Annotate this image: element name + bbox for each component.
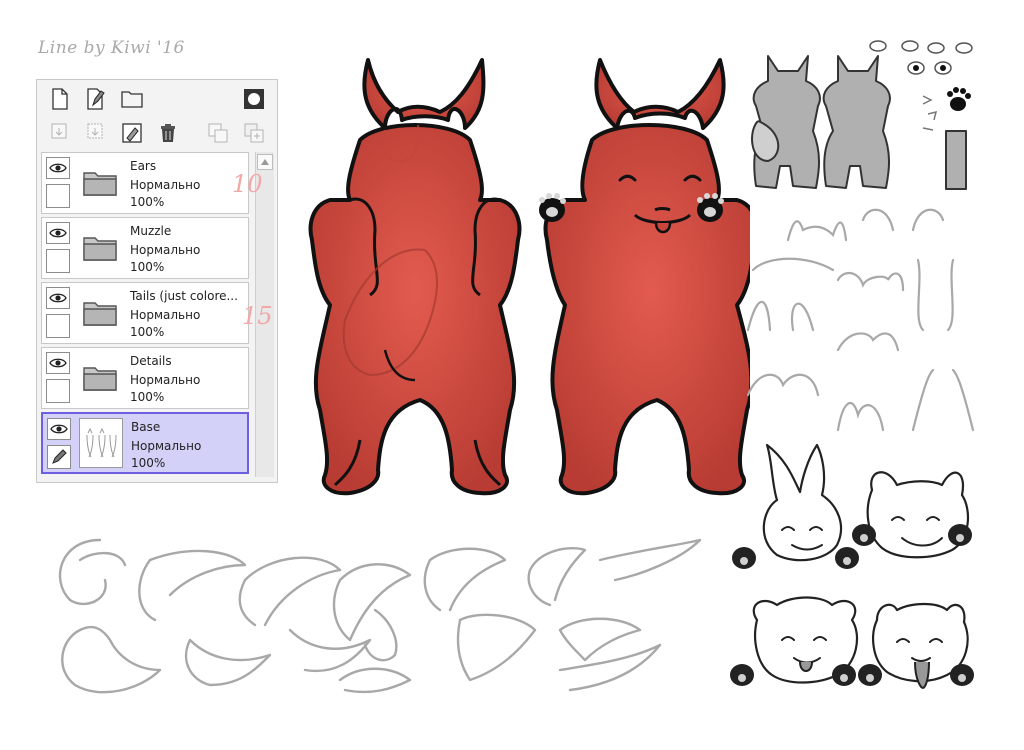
blend-mode: Нормально: [130, 308, 201, 322]
layer-name: Details: [130, 354, 172, 368]
layer-row-tails[interactable]: Tails (just colore... Нормально 100%: [41, 282, 249, 344]
new-folder-button[interactable]: [119, 86, 145, 112]
left-paw-icon: [539, 193, 566, 222]
mask-icon: [244, 89, 264, 109]
character-back-view: [308, 58, 522, 496]
layer-opacity: 100%: [130, 390, 165, 404]
folder-icon: [82, 169, 118, 197]
layer-name: Tails (just colore...: [130, 289, 238, 303]
merge-visible-icon: [208, 123, 228, 143]
new-layer-button[interactable]: [47, 86, 73, 112]
paw-print-icon: [947, 87, 971, 111]
new-page-icon: [52, 88, 68, 110]
delete-layer-button[interactable]: [155, 120, 181, 146]
layer-row-ears[interactable]: Ears Нормально 100%: [41, 152, 249, 214]
blend-mode: Нормально: [131, 439, 202, 453]
eye-icon: [49, 293, 67, 303]
sketch-note-15: 15: [242, 302, 273, 330]
pen-page-icon: [87, 88, 105, 110]
sketch-note-10: 10: [232, 170, 263, 198]
character-front-view: [539, 58, 750, 496]
layer-mask-button[interactable]: [241, 86, 267, 112]
visibility-toggle[interactable]: [46, 222, 70, 244]
merge-layers-icon: [87, 123, 103, 139]
tail-shape-sketches: [58, 538, 702, 694]
artist-signature: Line by Kiwi '16: [38, 38, 185, 58]
layer-row-details[interactable]: Details Нормально 100%: [41, 347, 249, 409]
layer-toolbar-top: [45, 86, 269, 114]
layer-props-icon: [244, 123, 264, 143]
layer-row-muzzle[interactable]: Muzzle Нормально 100%: [41, 217, 249, 279]
layer-name: Base: [131, 420, 161, 434]
layer-opacity: 100%: [131, 456, 166, 470]
blend-mode: Нормально: [130, 373, 201, 387]
layer-list: Ears Нормально 100% Muzzle Нормально 100% Tail…: [41, 152, 251, 477]
gray-reference-sheet: [751, 40, 973, 190]
layer-name: Ears: [130, 159, 157, 173]
layer-panel: Ears Нормально 100% Muzzle Нормально 100% Tail…: [36, 79, 278, 483]
eye-icon: [50, 424, 68, 434]
layer-name: Muzzle: [130, 224, 172, 238]
layer-opacity: 100%: [130, 260, 165, 274]
eye-icon: [49, 358, 67, 368]
transfer-down-button[interactable]: [47, 120, 73, 146]
visibility-toggle[interactable]: [46, 352, 70, 374]
layer-toolbar-bottom: [45, 120, 269, 148]
merge-visible-button[interactable]: [205, 120, 231, 146]
blend-mode: Нормально: [130, 178, 201, 192]
folder-icon: [82, 234, 118, 262]
layer-opacity: 100%: [130, 195, 165, 209]
scroll-up-button[interactable]: [257, 154, 273, 170]
ear-shape-sketches: [746, 208, 975, 432]
eye-icon: [49, 228, 67, 238]
layer-opacity: 100%: [130, 325, 165, 339]
visibility-toggle[interactable]: [46, 287, 70, 309]
lock-toggle[interactable]: [46, 314, 70, 338]
eye-icon: [49, 163, 67, 173]
base-characters: [308, 58, 750, 496]
layer-properties-button[interactable]: [241, 120, 267, 146]
lock-toggle[interactable]: [46, 249, 70, 273]
arrow-up-icon: [261, 159, 269, 165]
layer-row-base[interactable]: Base Нормально 100%: [41, 412, 249, 474]
visibility-toggle[interactable]: [47, 418, 71, 440]
merge-down-icon: [51, 123, 67, 139]
merge-down-button[interactable]: [83, 120, 109, 146]
blend-mode: Нормально: [130, 243, 201, 257]
lock-toggle[interactable]: [46, 184, 70, 208]
lock-toggle[interactable]: [46, 379, 70, 403]
folder-icon: [121, 91, 143, 108]
visibility-toggle[interactable]: [46, 157, 70, 179]
folder-icon: [82, 364, 118, 392]
layer-thumbnail: [79, 418, 123, 468]
edit-toggle[interactable]: [47, 445, 71, 469]
trash-icon: [161, 124, 175, 142]
new-linework-layer-button[interactable]: [83, 86, 109, 112]
clear-layer-button[interactable]: [119, 120, 145, 146]
eraser-icon: [122, 123, 142, 143]
folder-icon: [82, 299, 118, 327]
head-lineart-variants: [730, 443, 974, 690]
pen-icon: [52, 449, 67, 464]
